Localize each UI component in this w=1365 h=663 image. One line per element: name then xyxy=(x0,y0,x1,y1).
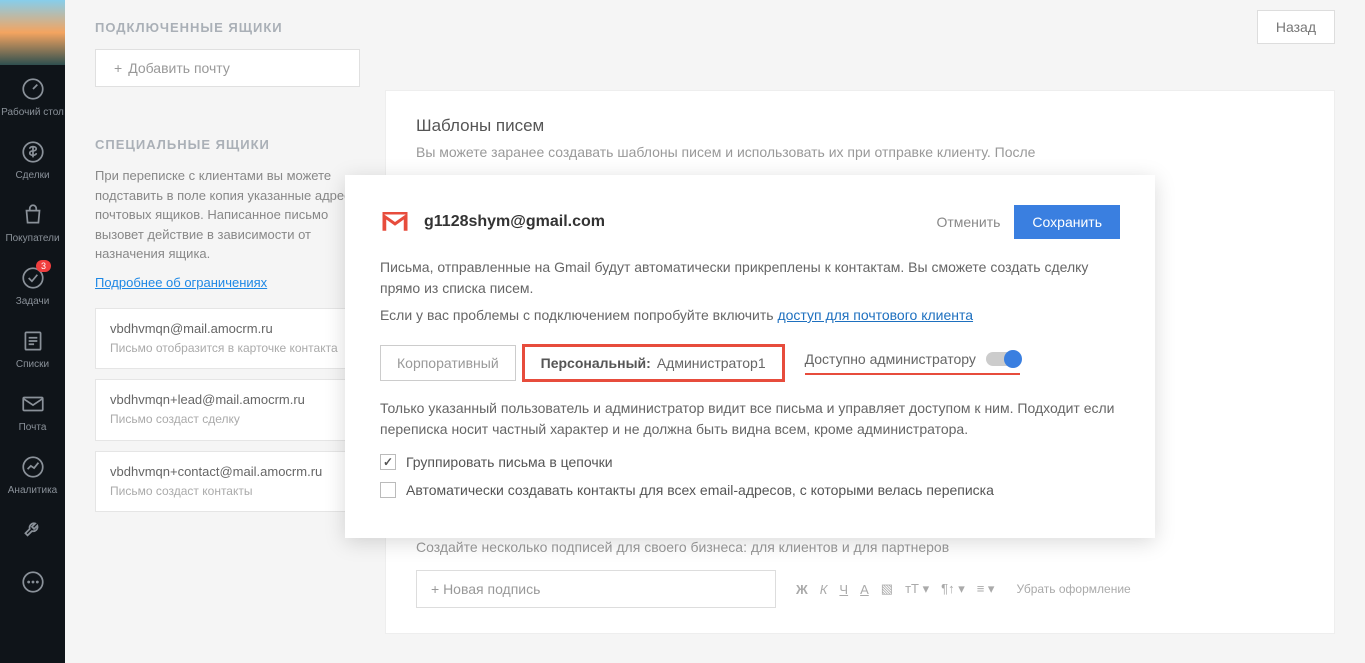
sidebar-item-desktop[interactable]: Рабочий стол xyxy=(0,65,65,128)
add-mail-button[interactable]: +Добавить почту xyxy=(95,49,360,87)
badge-count: 3 xyxy=(36,260,51,272)
back-button[interactable]: Назад xyxy=(1257,10,1335,44)
mailbox-note: Письмо создаст контакты xyxy=(110,484,345,500)
admin-avail-label: Доступно администратору xyxy=(805,351,976,367)
group-threads-checkbox[interactable] xyxy=(380,454,396,470)
imap-access-link[interactable]: доступ для почтового клиента xyxy=(777,307,973,323)
bold-button[interactable]: Ж xyxy=(796,582,808,597)
sidebar-item-analytics[interactable]: Аналитика xyxy=(0,443,65,506)
type-corporate-button[interactable]: Корпоративный xyxy=(380,345,516,381)
mail-icon xyxy=(19,390,47,418)
connected-title: ПОДКЛЮЧЕННЫЕ ЯЩИКИ xyxy=(95,20,360,35)
mailbox-addr: vbdhvmqn@mail.amocrm.ru xyxy=(110,321,345,336)
plus-icon: + xyxy=(114,60,122,76)
sidebar-item-label: Почта xyxy=(19,422,47,433)
line-height-button[interactable]: ¶↑ ▾ xyxy=(941,581,965,597)
font-color-button[interactable]: А xyxy=(860,582,869,597)
sidebar-item-label: Аналитика xyxy=(8,485,58,496)
left-panel: ПОДКЛЮЧЕННЫЕ ЯЩИКИ +Добавить почту СПЕЦИ… xyxy=(65,0,375,663)
sidebar-item-buyers[interactable]: Покупатели xyxy=(0,191,65,254)
avatar[interactable] xyxy=(0,0,65,65)
sidebar-item-lists[interactable]: Списки xyxy=(0,317,65,380)
save-button[interactable]: Сохранить xyxy=(1014,205,1120,239)
mailbox-note: Письмо создаст сделку xyxy=(110,412,345,428)
sidebar-item-label: Списки xyxy=(16,359,49,370)
auto-contacts-checkbox[interactable] xyxy=(380,482,396,498)
sidebar-item-chat[interactable] xyxy=(0,558,65,610)
modal-intro: Письма, отправленные на Gmail будут авто… xyxy=(380,257,1120,299)
auto-contacts-label: Автоматически создавать контакты для все… xyxy=(406,482,994,498)
modal-hint: Если у вас проблемы с подключением попро… xyxy=(380,305,1120,326)
special-desc: При переписке с клиентами вы можете подс… xyxy=(95,166,360,264)
signatures-desc: Создайте несколько подписей для своего б… xyxy=(416,537,1304,558)
special-title: СПЕЦИАЛЬНЫЕ ЯЩИКИ xyxy=(95,137,360,152)
wrench-icon xyxy=(19,516,47,544)
personal-label: Персональный: xyxy=(541,355,651,371)
chat-icon xyxy=(19,568,47,596)
mail-settings-modal: g1128shym@gmail.com Отменить Сохранить П… xyxy=(345,175,1155,538)
font-size-button[interactable]: тТ ▾ xyxy=(905,581,929,597)
add-signature-button[interactable]: + Новая подпись xyxy=(416,570,776,608)
gmail-icon xyxy=(380,210,410,234)
type-personal-button[interactable]: Персональный: Администратор1 xyxy=(522,344,785,382)
group-threads-label: Группировать письма в цепочки xyxy=(406,454,613,470)
mailbox-note: Письмо отобразится в карточке контакта xyxy=(110,341,345,357)
type-description: Только указанный пользователь и админист… xyxy=(380,398,1120,440)
sidebar-item-label: Сделки xyxy=(15,170,49,181)
special-mailbox[interactable]: vbdhvmqn@mail.amocrm.ru Письмо отобразит… xyxy=(95,308,360,370)
sidebar-item-label: Рабочий стол xyxy=(1,107,64,118)
special-mailbox[interactable]: vbdhvmqn+contact@mail.amocrm.ru Письмо с… xyxy=(95,451,360,513)
align-button[interactable]: ≡ ▾ xyxy=(977,581,995,597)
sidebar-item-settings[interactable] xyxy=(0,506,65,558)
italic-button[interactable]: К xyxy=(820,582,828,597)
modal-email: g1128shym@gmail.com xyxy=(424,213,605,231)
admin-toggle[interactable] xyxy=(986,352,1020,366)
dollar-icon xyxy=(19,138,47,166)
sidebar-item-mail[interactable]: Почта xyxy=(0,380,65,443)
sidebar-item-label: Покупатели xyxy=(5,233,59,244)
mailbox-addr: vbdhvmqn+contact@mail.amocrm.ru xyxy=(110,464,345,479)
templates-title: Шаблоны писем xyxy=(416,116,1304,136)
personal-value: Администратор1 xyxy=(657,355,766,371)
sidebar-item-label: Задачи xyxy=(16,296,50,307)
special-mailbox[interactable]: vbdhvmqn+lead@mail.amocrm.ru Письмо созд… xyxy=(95,379,360,441)
gauge-icon xyxy=(19,75,47,103)
bag-icon xyxy=(19,201,47,229)
list-icon xyxy=(19,327,47,355)
sidebar-item-tasks[interactable]: 3 Задачи xyxy=(0,254,65,317)
analytics-icon xyxy=(19,453,47,481)
format-toolbar: Ж К Ч А ▧ тТ ▾ ¶↑ ▾ ≡ ▾ Убрать оформлени… xyxy=(796,581,1131,597)
clear-format-button[interactable]: Убрать оформление xyxy=(1016,582,1130,596)
sidebar-item-deals[interactable]: Сделки xyxy=(0,128,65,191)
image-button[interactable]: ▧ xyxy=(881,581,893,597)
more-link[interactable]: Подробнее об ограничениях xyxy=(95,275,267,290)
underline-button[interactable]: Ч xyxy=(839,582,848,597)
templates-desc: Вы можете заранее создавать шаблоны писе… xyxy=(416,142,1304,163)
mailbox-addr: vbdhvmqn+lead@mail.amocrm.ru xyxy=(110,392,345,407)
cancel-button[interactable]: Отменить xyxy=(936,214,1000,230)
sidebar: Рабочий стол Сделки Покупатели 3 Задачи … xyxy=(0,0,65,663)
